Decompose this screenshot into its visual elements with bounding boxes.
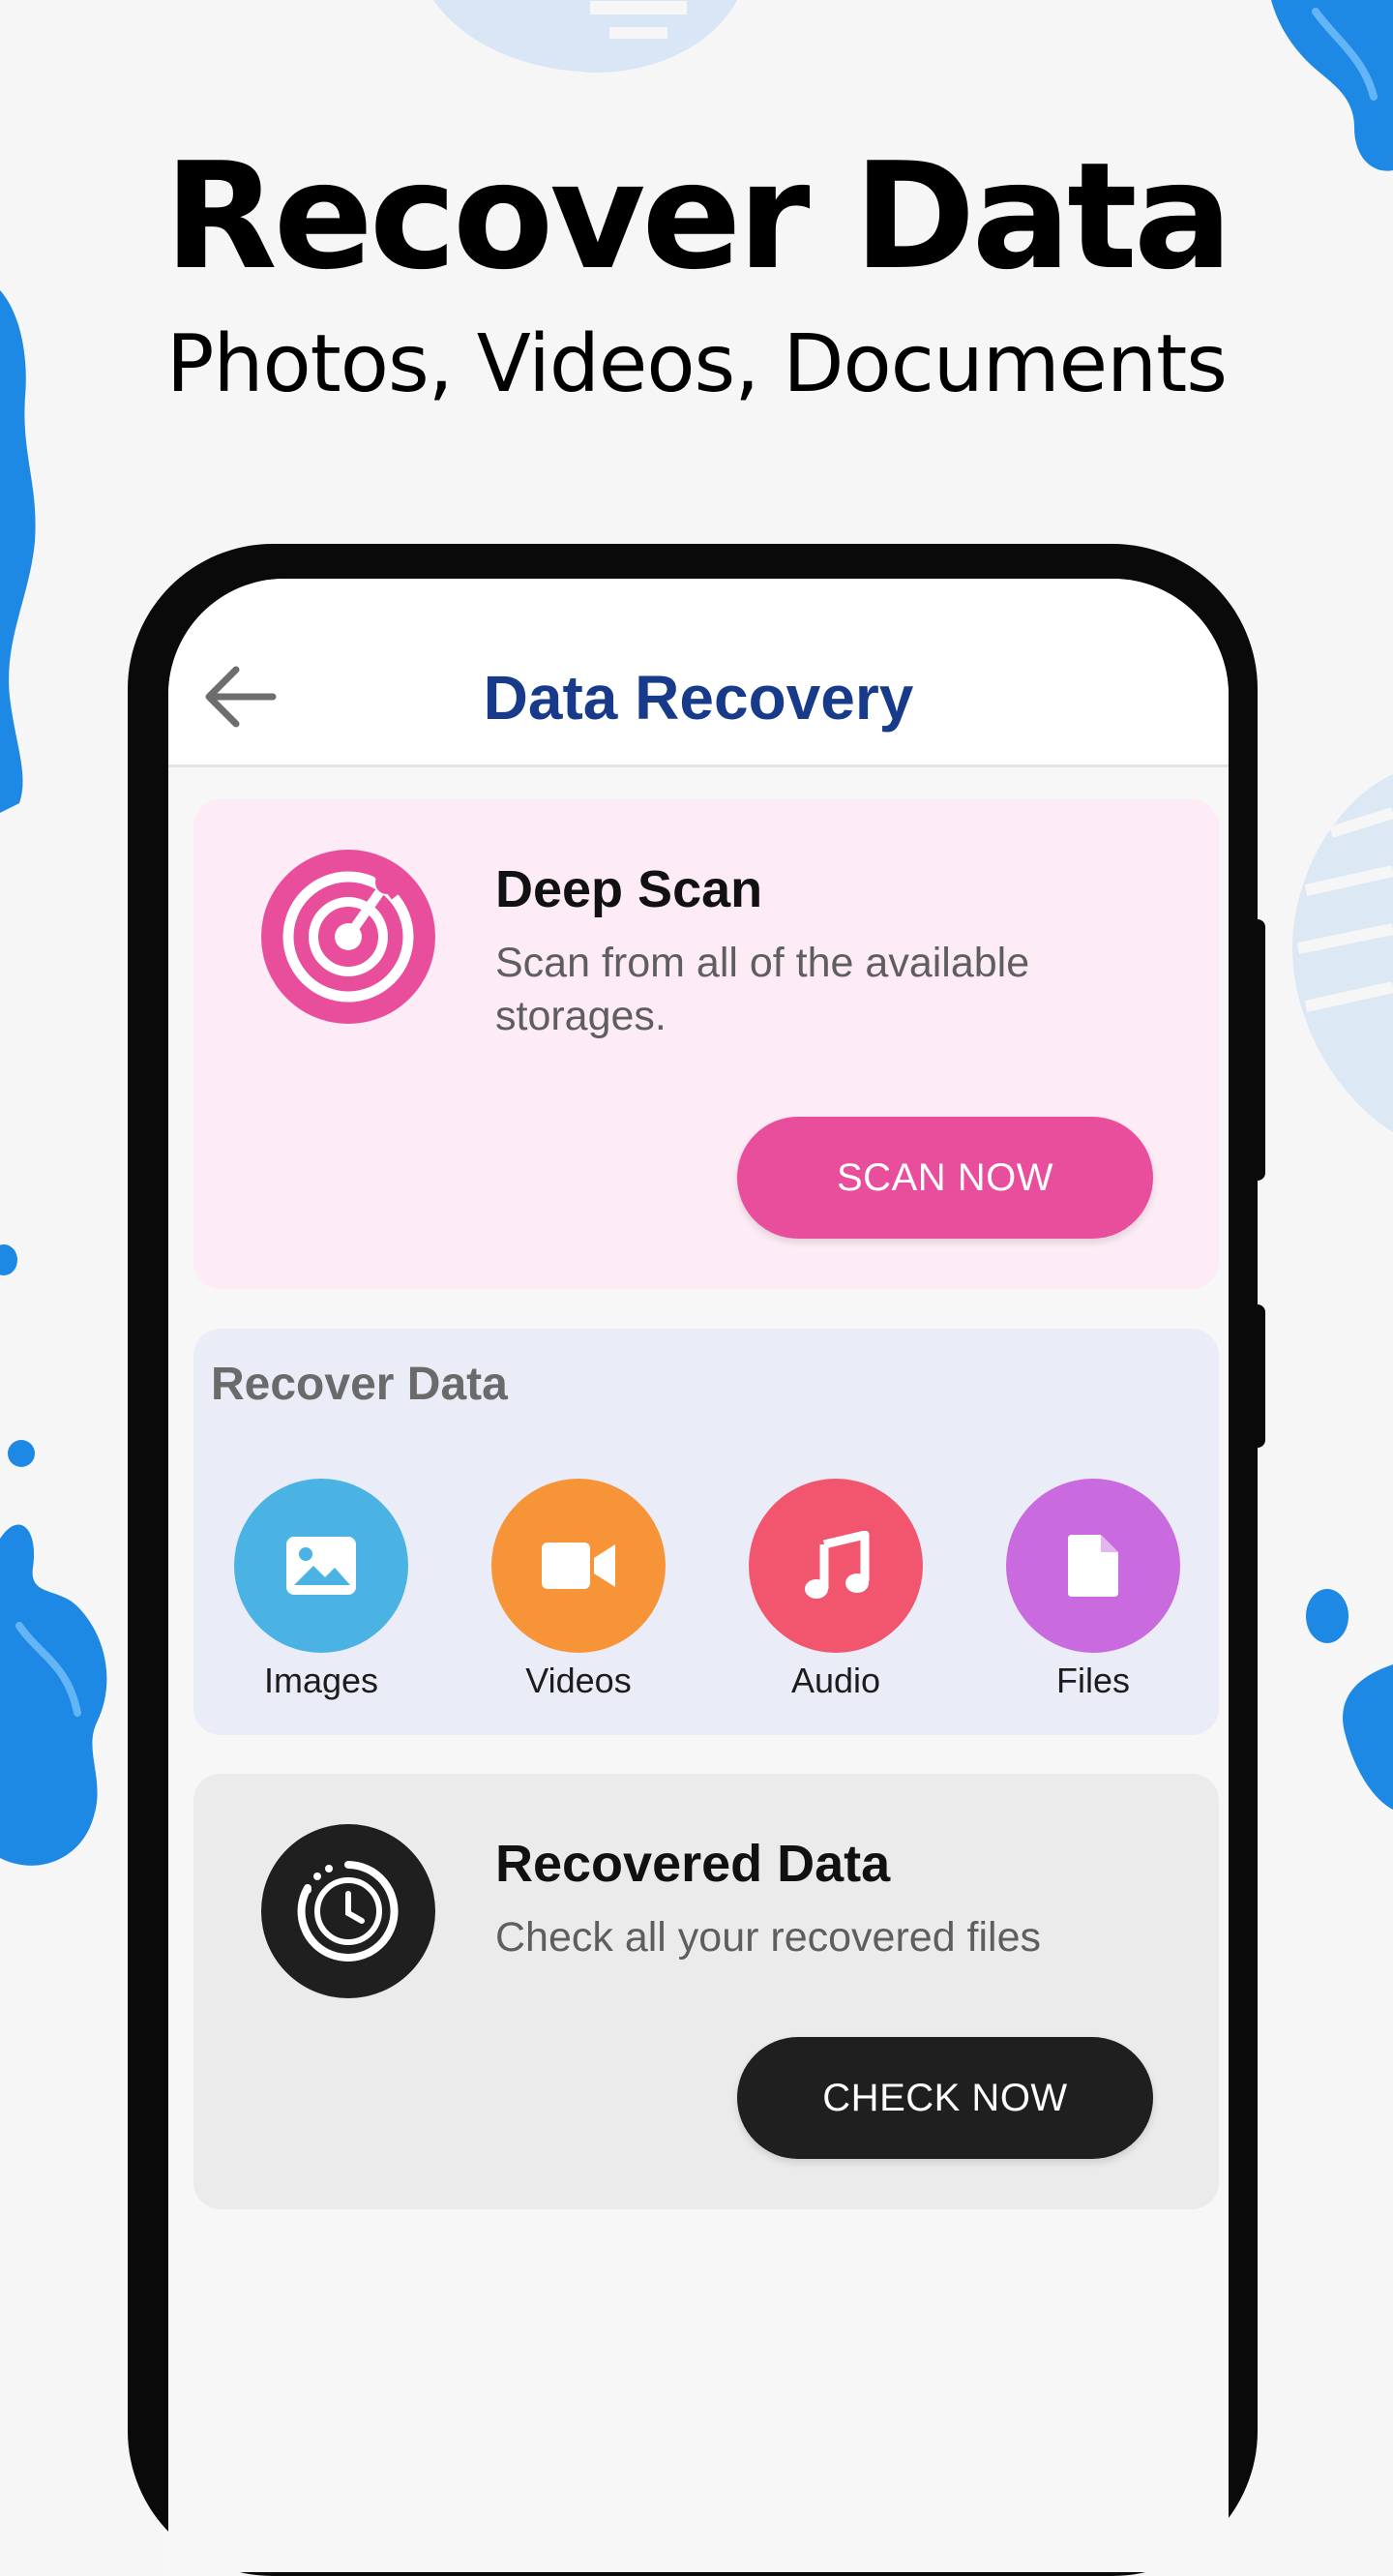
videos-icon-circle: [491, 1479, 666, 1653]
history-clock-icon: [297, 1861, 399, 1962]
deep-scan-description: Scan from all of the available storages.: [495, 940, 1030, 1039]
video-camera-icon: [542, 1543, 615, 1589]
recover-data-card: Recover Data Images Videos Audio Files: [193, 1329, 1219, 1735]
files-icon-circle: [1006, 1479, 1180, 1653]
videos-label: Videos: [525, 1661, 632, 1700]
deep-scan-card: Deep Scan Scan from all of the available…: [193, 799, 1219, 1289]
recover-data-section-title: Recover Data: [211, 1359, 508, 1410]
phone-screen: Data Recovery Deep Scan Scan from all of…: [168, 579, 1229, 2572]
files-label: Files: [1055, 1661, 1130, 1700]
recovered-data-title: Recovered Data: [495, 1835, 891, 1893]
category-audio[interactable]: Audio: [739, 1479, 933, 1701]
image-icon: [286, 1537, 356, 1595]
phone-side-button-lower: [1254, 1304, 1265, 1448]
splash-top-center-decor: [433, 0, 737, 74]
audio-icon-circle: [749, 1479, 923, 1653]
splash-right-lower-decor: [1306, 1589, 1393, 1810]
images-icon-circle: [234, 1479, 408, 1653]
scan-now-button[interactable]: SCAN NOW: [737, 1117, 1153, 1239]
deep-scan-icon-circle: [261, 850, 435, 1024]
recovered-data-description: Check all your recovered files: [495, 1914, 1042, 1961]
category-images[interactable]: Images: [224, 1479, 418, 1701]
phone-side-button-upper: [1254, 919, 1265, 1181]
promo-subheadline: Photos, Videos, Documents: [166, 318, 1228, 410]
recovered-data-card: Recovered Data Check all your recovered …: [193, 1774, 1219, 2209]
music-note-icon: [805, 1531, 870, 1599]
promo-headline: Recover Data: [163, 131, 1233, 302]
category-files[interactable]: Files: [996, 1479, 1190, 1701]
category-videos[interactable]: Videos: [482, 1479, 675, 1701]
splash-left-small-drop-decor: [0, 1244, 17, 1275]
radar-icon: [282, 863, 414, 1003]
check-now-button[interactable]: CHECK NOW: [737, 2037, 1153, 2159]
images-label: Images: [263, 1661, 379, 1700]
audio-label: Audio: [790, 1661, 881, 1700]
file-icon: [1068, 1535, 1118, 1597]
app-title: Data Recovery: [483, 663, 914, 733]
deep-scan-title: Deep Scan: [495, 860, 763, 918]
splash-right-middle-decor: [1292, 774, 1393, 1132]
splash-left-lower-decor: [0, 1440, 107, 1866]
recovered-data-icon-circle: [261, 1824, 435, 1998]
app-bar: Data Recovery: [168, 579, 1229, 767]
